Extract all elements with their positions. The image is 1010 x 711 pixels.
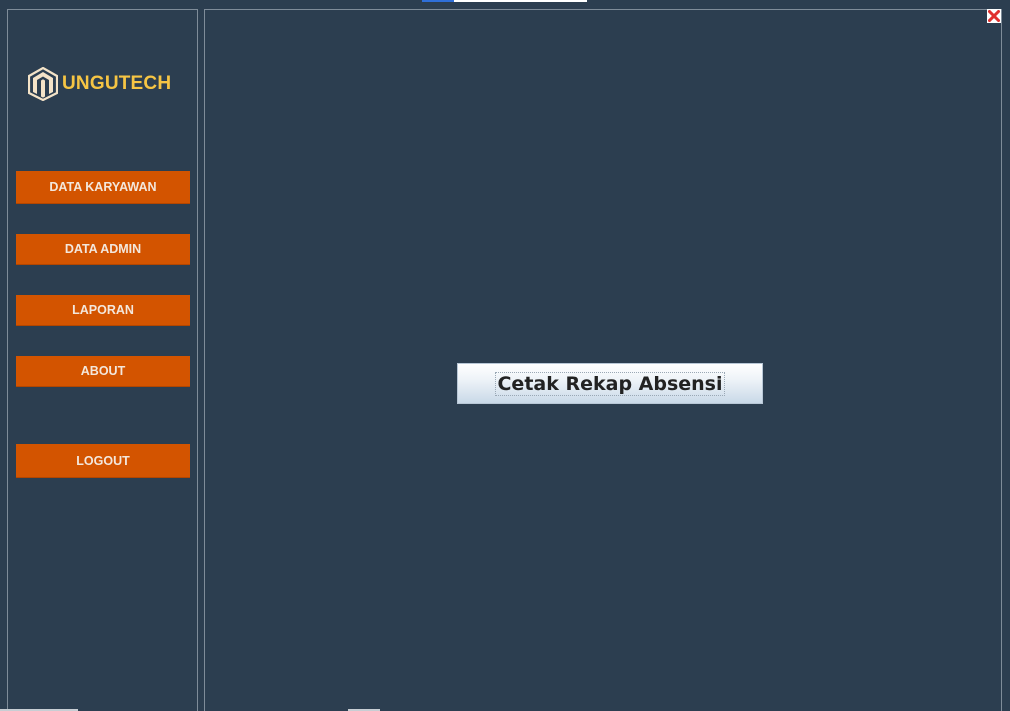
laporan-label: LAPORAN	[72, 303, 134, 317]
close-button[interactable]	[987, 9, 1001, 23]
cetak-rekap-absensi-label: Cetak Rekap Absensi	[495, 371, 725, 396]
brand-name: UNGUTECH	[62, 73, 172, 94]
close-icon	[988, 10, 1000, 22]
taskbar-strip	[422, 0, 587, 2]
main-panel	[204, 9, 1002, 711]
laporan-button[interactable]: LAPORAN	[16, 295, 190, 326]
sidebar: UNGUTECH DATA KARYAWAN DATA ADMIN LAPORA…	[7, 9, 198, 711]
logout-button[interactable]: LOGOUT	[16, 444, 190, 478]
data-admin-label: DATA ADMIN	[64, 242, 142, 256]
brand-logo: UNGUTECH	[28, 67, 171, 101]
data-karyawan-button[interactable]: DATA KARYAWAN	[16, 171, 190, 204]
taskbar-strip-accent	[422, 0, 454, 2]
about-label: ABOUT	[80, 364, 126, 378]
about-button[interactable]: ABOUT	[16, 356, 190, 387]
data-admin-button[interactable]: DATA ADMIN	[16, 234, 190, 265]
data-karyawan-label: DATA KARYAWAN	[49, 180, 157, 194]
app-window: UNGUTECH DATA KARYAWAN DATA ADMIN LAPORA…	[0, 0, 1010, 711]
logo-icon	[28, 67, 58, 101]
logout-label: LOGOUT	[76, 453, 130, 468]
cetak-rekap-absensi-button[interactable]: Cetak Rekap Absensi	[457, 363, 763, 404]
